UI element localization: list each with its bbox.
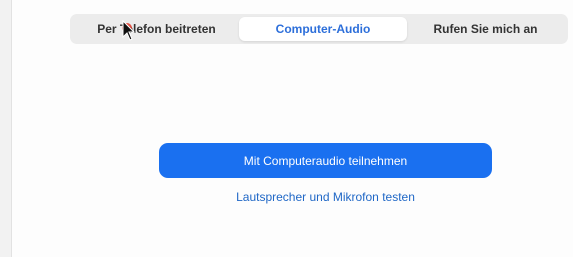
tab-phone[interactable]: Per Telefon beitreten [74, 17, 239, 41]
audio-join-dialog: Per Telefon beitreten Computer-Audio Ruf… [0, 0, 573, 257]
window-left-edge [0, 0, 12, 257]
tab-call-me[interactable]: Rufen Sie mich an [407, 17, 564, 41]
join-with-computer-audio-button[interactable]: Mit Computeraudio teilnehmen [159, 143, 492, 178]
test-speaker-microphone-link[interactable]: Lautsprecher und Mikrofon testen [159, 190, 492, 204]
tab-computer-audio[interactable]: Computer-Audio [239, 17, 407, 41]
audio-tab-bar: Per Telefon beitreten Computer-Audio Ruf… [70, 14, 568, 44]
mouse-pointer-icon [120, 19, 136, 43]
